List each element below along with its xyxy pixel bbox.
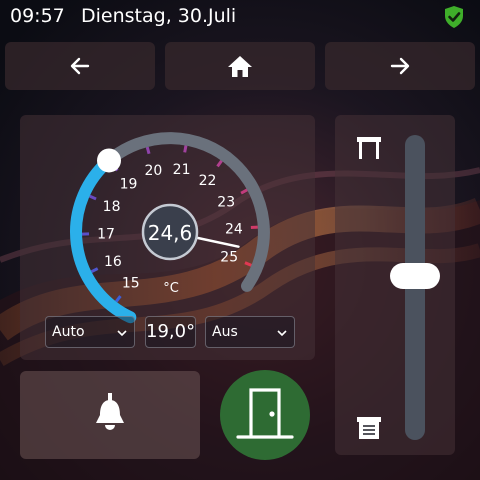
- home-icon: [228, 56, 252, 77]
- mode-dropdown[interactable]: Auto: [45, 316, 135, 348]
- shutter-slider-thumb[interactable]: [390, 263, 440, 290]
- door-icon: [236, 388, 294, 439]
- clock-time: 09:57: [10, 5, 65, 27]
- doorbell-icon: [96, 393, 124, 430]
- shutter-open-icon: [357, 137, 381, 159]
- arrow-left-icon: [70, 57, 90, 75]
- mode-dropdown-value: Auto: [52, 324, 85, 340]
- setpoint-display: 19,0°: [145, 316, 196, 348]
- back-button[interactable]: [5, 42, 155, 90]
- shutter-closed-icon: [357, 417, 381, 439]
- status-bar: 09:57 Dienstag, 30.Juli: [0, 0, 480, 34]
- doorbell-button[interactable]: [20, 371, 200, 459]
- secondary-dropdown-value: Aus: [212, 324, 238, 340]
- date-label: Dienstag, 30.Juli: [81, 5, 237, 27]
- forward-button[interactable]: [325, 42, 475, 90]
- chevron-down-icon: [277, 330, 287, 337]
- setpoint-knob[interactable]: [97, 148, 122, 173]
- home-button[interactable]: [165, 42, 315, 90]
- arrow-right-icon: [390, 57, 410, 75]
- shield-check-icon: [445, 6, 463, 28]
- door-button[interactable]: [220, 370, 310, 460]
- chevron-down-icon: [117, 330, 127, 337]
- secondary-dropdown[interactable]: Aus: [205, 316, 295, 348]
